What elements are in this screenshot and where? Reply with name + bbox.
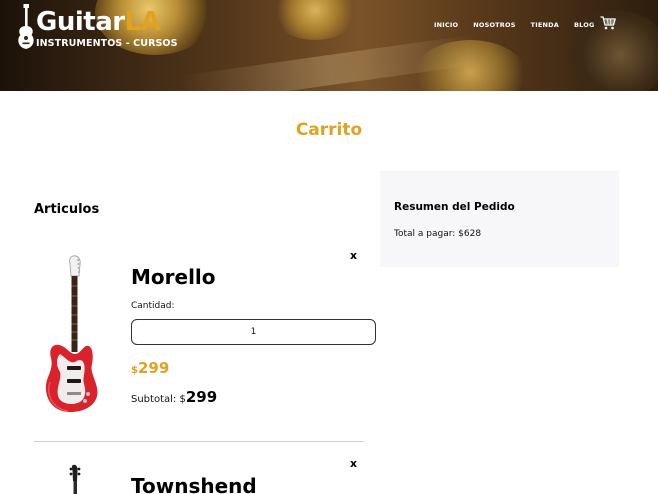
quantity-select[interactable]: 1 xyxy=(131,319,376,345)
remove-item-button[interactable]: x xyxy=(350,457,357,470)
item-price: $299 xyxy=(131,359,170,377)
header-background-tuning-peg xyxy=(270,0,360,40)
order-summary: Resumen del Pedido Total a pagar: $628 xyxy=(380,171,619,267)
main-navigation: INICIO NOSOTROS TIENDA BLOG xyxy=(434,20,610,30)
cart-item: x Townshend xyxy=(34,443,364,494)
remove-item-button[interactable]: x xyxy=(350,249,357,262)
item-subtotal: Subtotal: $299 xyxy=(131,388,218,406)
quantity-value: 1 xyxy=(250,327,257,337)
page-title: Carrito xyxy=(295,120,363,140)
articles-heading: Articulos xyxy=(34,202,100,217)
nav-link-inicio[interactable]: INICIO xyxy=(434,20,458,30)
brand-name: GuitarLA xyxy=(36,7,161,37)
brand-tagline: INSTRUMENTOS - CURSOS xyxy=(36,38,178,49)
quantity-label: Cantidad: xyxy=(131,301,175,311)
site-header: GuitarLA INSTRUMENTOS - CURSOS INICIO NO… xyxy=(0,0,658,91)
item-name: Townshend xyxy=(131,474,257,494)
red-electric-guitar-icon xyxy=(45,255,98,412)
black-electric-guitar-icon xyxy=(69,464,81,494)
guitar-logo-icon xyxy=(18,4,34,49)
order-total: Total a pagar: $628 xyxy=(394,229,482,239)
site-logo[interactable]: GuitarLA INSTRUMENTOS - CURSOS xyxy=(16,4,178,52)
nav-link-tienda[interactable]: TIENDA xyxy=(531,20,559,30)
order-summary-title: Resumen del Pedido xyxy=(394,201,515,213)
nav-link-nosotros[interactable]: NOSOTROS xyxy=(473,20,515,30)
cart-icon[interactable] xyxy=(600,16,616,30)
nav-link-blog[interactable]: BLOG xyxy=(574,20,595,30)
cart-item: x Morello Cantidad: 1 $299 Subtotal: $29… xyxy=(34,246,376,442)
item-name: Morello xyxy=(131,265,216,289)
